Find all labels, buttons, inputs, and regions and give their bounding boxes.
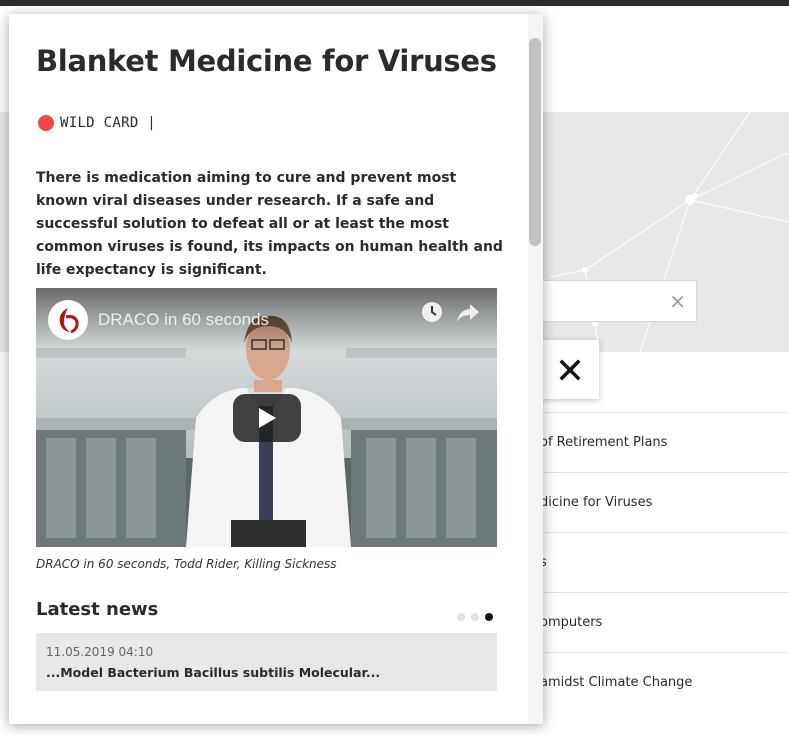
watch-later-icon[interactable] [420, 300, 444, 324]
modal-scrollbar[interactable] [528, 14, 543, 724]
scrollbar-thumb[interactable] [529, 38, 541, 246]
modal-title: Blanket Medicine for Viruses [36, 44, 497, 78]
share-icon[interactable] [456, 302, 480, 324]
channel-logo-icon [59, 308, 79, 334]
news-item[interactable]: 11.05.2019 04:10 ...Model Bacterium Baci… [36, 633, 497, 691]
background-list: of Retirement Plans dicine for Viruses s… [520, 352, 789, 712]
latest-news-heading: Latest news [36, 599, 159, 620]
close-button[interactable] [540, 340, 599, 399]
video-player[interactable]: DRACO in 60 seconds [36, 288, 497, 547]
detail-modal: Blanket Medicine for Viruses WILD CARD |… [9, 14, 543, 724]
channel-logo[interactable] [48, 300, 88, 340]
carousel-dot[interactable] [471, 613, 479, 621]
background-search-field[interactable]: × [540, 280, 697, 322]
list-item[interactable]: s [520, 532, 789, 592]
list-item[interactable]: amidst Climate Change [520, 652, 789, 712]
news-date: 11.05.2019 04:10 [46, 645, 154, 659]
play-icon [259, 408, 276, 428]
news-title[interactable]: ...Model Bacterium Bacillus subtilis Mol… [46, 665, 487, 680]
video-title[interactable]: DRACO in 60 seconds [98, 310, 269, 330]
clear-search-icon[interactable]: × [669, 289, 686, 313]
category-label: WILD CARD | [60, 115, 157, 131]
modal-description: There is medication aiming to cure and p… [36, 170, 503, 278]
close-icon [559, 359, 580, 380]
play-button[interactable] [233, 394, 301, 442]
list-item[interactable]: dicine for Viruses [520, 472, 789, 532]
video-caption: DRACO in 60 seconds, Todd Rider, Killing… [36, 557, 337, 571]
carousel-dot-active[interactable] [485, 613, 493, 621]
carousel-dot[interactable] [457, 613, 465, 621]
wild-card-dot-icon [38, 115, 54, 131]
category-tag: WILD CARD | [38, 115, 156, 131]
news-carousel-dots [457, 613, 493, 621]
list-item[interactable]: of Retirement Plans [520, 412, 789, 472]
list-item[interactable]: omputers [520, 592, 789, 652]
